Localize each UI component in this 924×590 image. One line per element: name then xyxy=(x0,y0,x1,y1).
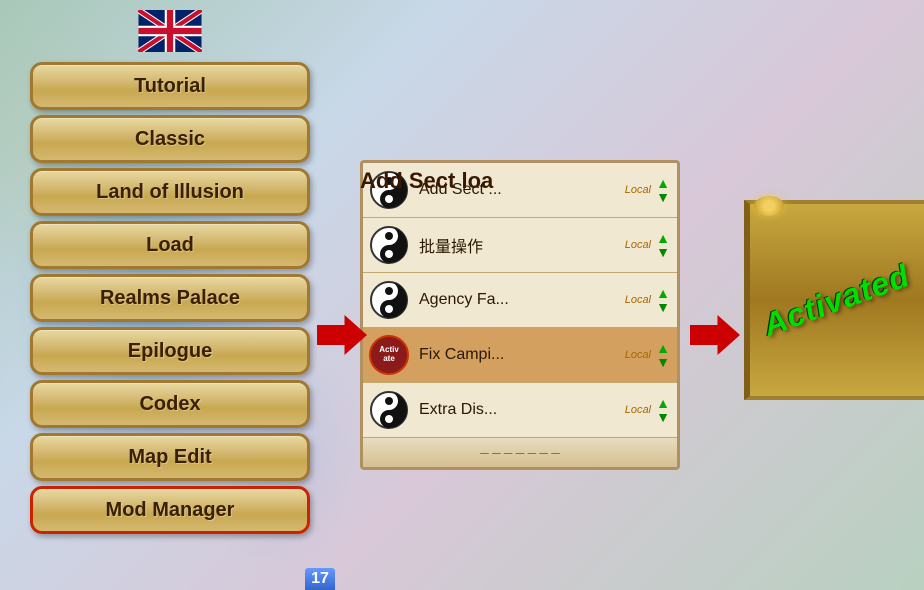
right-panel-activated: Activated xyxy=(744,200,924,400)
menu-button-mod-manager[interactable]: Mod Manager xyxy=(30,486,310,534)
mod-name-agency-fa: Agency Fa... xyxy=(415,291,625,309)
mod-icon-agency-fa xyxy=(367,278,411,322)
arrow-left-shape xyxy=(317,315,367,355)
lamp-decoration xyxy=(754,196,784,216)
mod-tag-fix-campi: Local xyxy=(625,349,651,361)
menu-button-map-edit[interactable]: Map Edit xyxy=(30,433,310,481)
mod-tag-extra-dis: Local xyxy=(625,404,651,416)
menu-button-codex[interactable]: Codex xyxy=(30,380,310,428)
activated-status-text: Activated xyxy=(759,256,915,343)
mod-list-title: Add Sect loa xyxy=(360,168,493,194)
arrow-right xyxy=(690,315,740,355)
sort-arrows-add-sect[interactable]: ▲ ▼ xyxy=(653,176,673,204)
mod-name-fix-campi: Fix Campi... xyxy=(415,346,625,364)
mod-tag-add-sect: Local xyxy=(625,184,651,196)
mod-tag-batch-ops: Local xyxy=(625,239,651,251)
arrow-left xyxy=(317,315,367,355)
menu-button-load[interactable]: Load xyxy=(30,221,310,269)
mod-icon-fix-campi: Activate xyxy=(367,333,411,377)
mod-list-scrollbar[interactable]: ─ ─ ─ ─ ─ ─ ─ xyxy=(363,437,677,467)
mod-tag-agency-fa: Local xyxy=(625,294,651,306)
menu-button-land-of-illusion[interactable]: Land of Illusion xyxy=(30,168,310,216)
mod-row-batch-ops[interactable]: 批量操作 Local ▲ ▼ xyxy=(363,218,677,273)
menu-button-tutorial[interactable]: Tutorial xyxy=(30,62,310,110)
uk-flag[interactable] xyxy=(138,10,202,52)
mod-list-panel: Add Sect ... Local ▲ ▼ 批量操作 Local ▲ ▼ xyxy=(360,160,680,470)
mod-icon-extra-dis xyxy=(367,388,411,432)
sort-arrows-fix-campi[interactable]: ▲ ▼ xyxy=(653,341,673,369)
sort-arrows-batch-ops[interactable]: ▲ ▼ xyxy=(653,231,673,259)
activate-icon: Activate xyxy=(369,335,409,375)
mod-row-agency-fa[interactable]: Agency Fa... Local ▲ ▼ xyxy=(363,273,677,328)
menu-button-classic[interactable]: Classic xyxy=(30,115,310,163)
bottom-badge: 17 xyxy=(305,568,335,590)
sort-arrows-extra-dis[interactable]: ▲ ▼ xyxy=(653,396,673,424)
left-menu-panel: Tutorial Classic Land of Illusion Load R… xyxy=(0,0,340,590)
sort-arrows-agency-fa[interactable]: ▲ ▼ xyxy=(653,286,673,314)
menu-button-realms-palace[interactable]: Realms Palace xyxy=(30,274,310,322)
mod-name-extra-dis: Extra Dis... xyxy=(415,401,625,419)
mod-row-fix-campi[interactable]: Activate Fix Campi... Local ▲ ▼ xyxy=(363,328,677,383)
arrow-right-shape xyxy=(690,315,740,355)
mod-name-batch-ops: 批量操作 xyxy=(415,233,625,257)
mod-icon-batch-ops xyxy=(367,223,411,267)
menu-button-epilogue[interactable]: Epilogue xyxy=(30,327,310,375)
mod-row-extra-dis[interactable]: Extra Dis... Local ▲ ▼ xyxy=(363,383,677,438)
